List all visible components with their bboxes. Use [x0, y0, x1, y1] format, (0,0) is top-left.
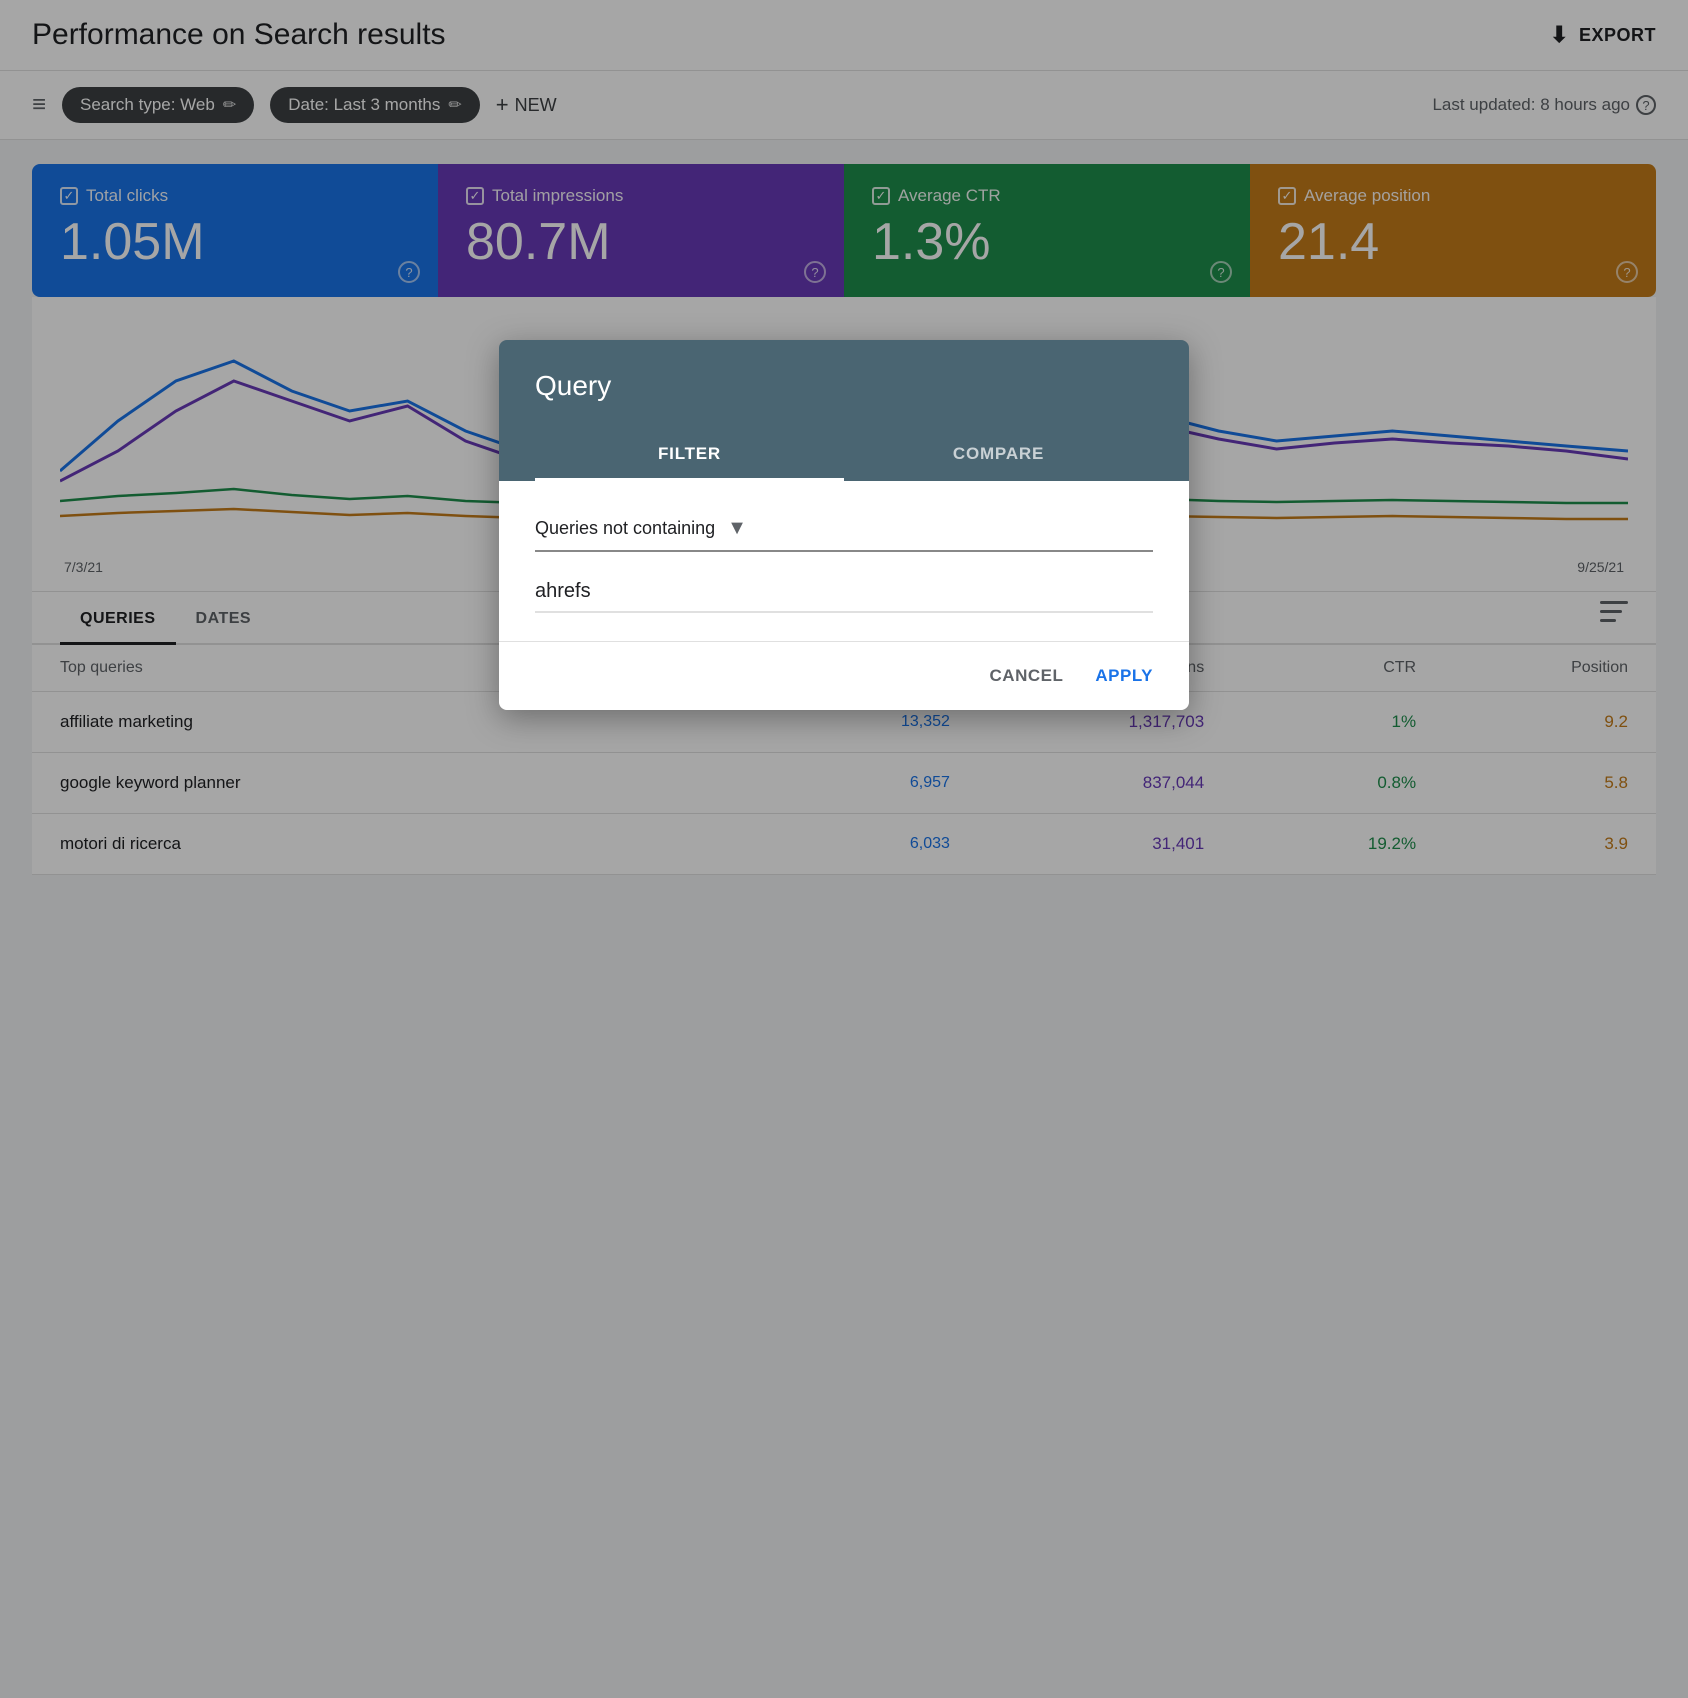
modal-body: Queries not containing ▼: [499, 481, 1189, 641]
modal-header: Query FILTER COMPARE: [499, 340, 1189, 481]
modal-actions: CANCEL APPLY: [499, 641, 1189, 710]
dropdown-label: Queries not containing: [535, 518, 715, 539]
chevron-down-icon: ▼: [727, 517, 747, 540]
apply-button[interactable]: APPLY: [1095, 666, 1153, 686]
modal-overlay[interactable]: [0, 0, 1688, 1698]
modal-tab-filter[interactable]: FILTER: [535, 430, 844, 481]
filter-type-dropdown[interactable]: Queries not containing ▼: [535, 517, 1153, 552]
text-input-row: [535, 580, 1153, 613]
query-text-input[interactable]: [535, 580, 1153, 603]
cancel-button[interactable]: CANCEL: [990, 666, 1064, 686]
query-modal: Query FILTER COMPARE Queries not contain…: [499, 340, 1189, 710]
modal-tab-compare[interactable]: COMPARE: [844, 430, 1153, 481]
modal-tabs: FILTER COMPARE: [535, 430, 1153, 481]
modal-title: Query: [535, 370, 1153, 402]
